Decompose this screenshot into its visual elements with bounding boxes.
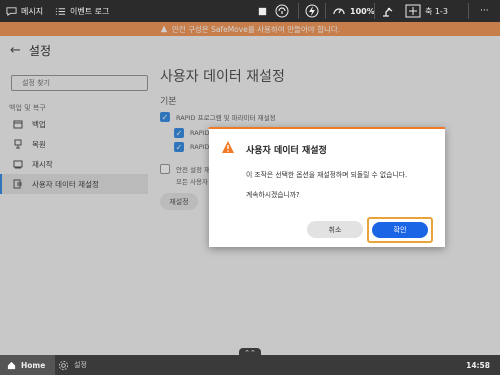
warning-icon	[222, 141, 234, 153]
cancel-button[interactable]: 취소	[307, 221, 363, 238]
home-label: Home	[21, 360, 46, 370]
more-icon: ···	[480, 6, 489, 16]
divider	[374, 3, 375, 19]
event-log-button[interactable]: 이벤트 로그	[55, 0, 109, 22]
speed-value: 100%	[350, 6, 375, 16]
settings-tab-label: 설정	[74, 361, 87, 369]
chat-icon	[6, 6, 17, 16]
focus-highlight: 확인	[367, 217, 433, 243]
auto-mode-icon	[275, 4, 289, 18]
stop-icon	[258, 7, 267, 15]
gear-icon	[58, 360, 69, 370]
event-log-label: 이벤트 로그	[70, 6, 110, 16]
dialog-question: 계속하시겠습니까?	[246, 191, 300, 199]
power-bolt-icon	[305, 4, 319, 18]
home-button[interactable]: Home	[0, 355, 55, 375]
taskbar: Home 설정 14:58	[0, 355, 500, 375]
dialog-message: 이 조작은 선택한 옵션을 재설정하며 되돌릴 수 없습니다.	[246, 171, 408, 179]
speedometer-icon	[333, 8, 345, 15]
jog-indicator[interactable]: 축 1-3	[405, 0, 448, 22]
list-icon	[55, 7, 66, 15]
home-icon	[7, 361, 16, 369]
motors-indicator[interactable]	[305, 0, 319, 22]
messages-button[interactable]: 메시지	[6, 0, 43, 22]
dialog-title: 사용자 데이터 재설정	[246, 146, 327, 156]
robot-arm-icon	[383, 7, 393, 17]
divider	[325, 3, 326, 19]
stop-indicator[interactable]	[257, 0, 268, 22]
mode-indicator[interactable]	[275, 0, 289, 22]
confirm-dialog: 사용자 데이터 재설정 이 조작은 선택한 옵션을 재설정하며 되돌릴 수 없습…	[209, 127, 445, 247]
status-bar: 메시지 이벤트 로그 100% 축 1-3 ···	[0, 0, 500, 22]
joystick-icon	[405, 4, 421, 18]
divider	[298, 3, 299, 19]
more-button[interactable]: ···	[480, 0, 489, 22]
divider	[468, 3, 469, 19]
messages-label: 메시지	[21, 6, 44, 16]
speed-indicator[interactable]: 100%	[332, 0, 375, 22]
clock: 14:58	[466, 360, 490, 370]
axis-label: 축 1-3	[425, 6, 448, 16]
settings-taskbar-tab[interactable]: 설정	[58, 355, 87, 375]
ok-button[interactable]: 확인	[372, 222, 428, 238]
robot-indicator[interactable]	[381, 0, 395, 22]
